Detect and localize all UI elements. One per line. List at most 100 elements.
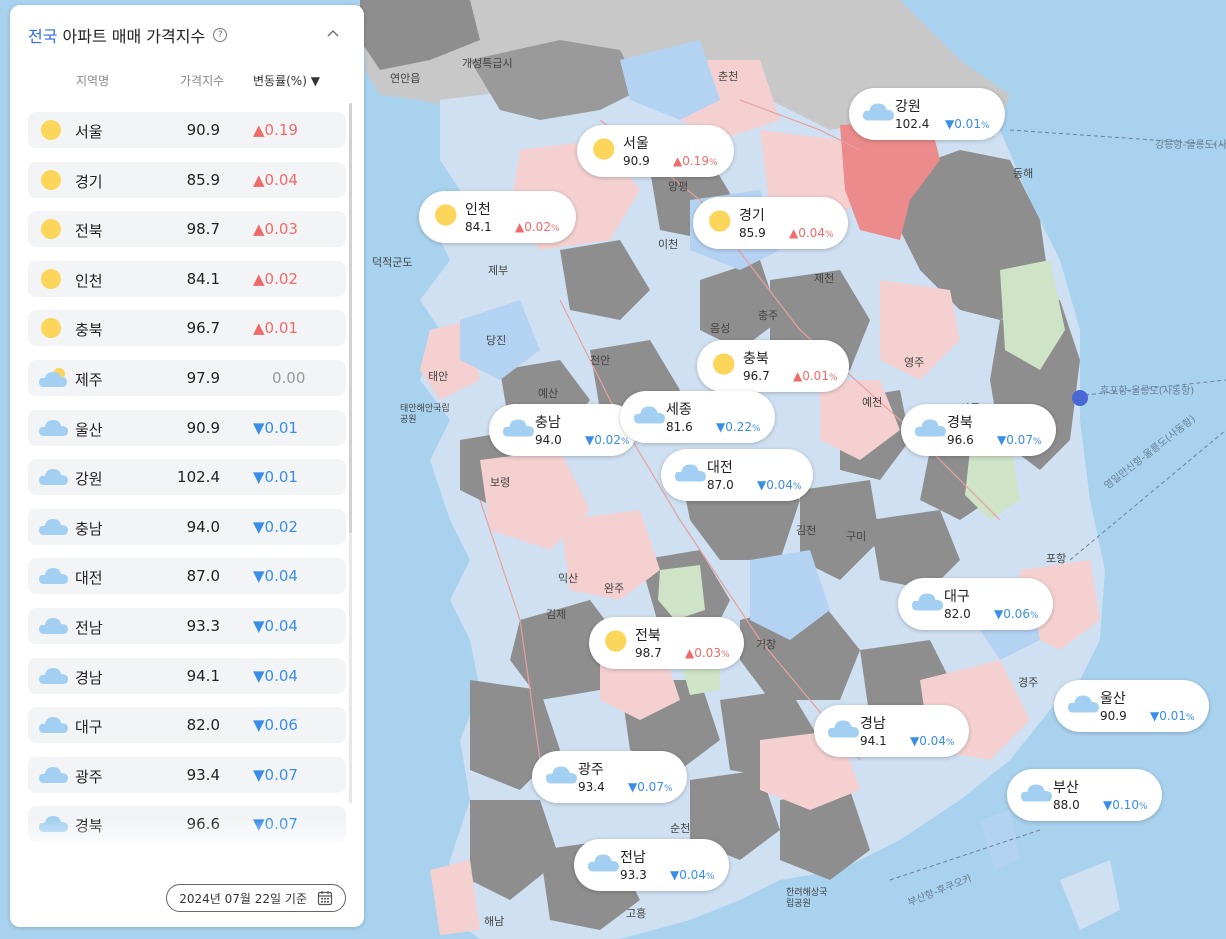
- callout-region-name: 충남: [535, 415, 561, 431]
- region-row[interactable]: 울산 90.9 ▼0.01: [28, 409, 346, 446]
- place-label: 이천: [658, 238, 679, 251]
- percent-sign: %: [720, 650, 730, 660]
- callout-change: ▼0.04%: [670, 868, 715, 882]
- place-label: 포항: [1046, 552, 1067, 565]
- callout-change: ▼0.10%: [1103, 798, 1148, 812]
- callout-region-name: 경남: [860, 716, 886, 732]
- change-value: 0.22: [725, 420, 752, 434]
- price-index: 94.0: [186, 517, 220, 536]
- region-callout[interactable]: 충남 94.0 ▼0.02%: [489, 404, 637, 456]
- region-callout[interactable]: 서울 90.9 ▲0.19%: [577, 125, 734, 177]
- region-callout[interactable]: 경기 85.9 ▲0.04%: [693, 197, 848, 249]
- place-label: 충주: [758, 309, 779, 322]
- region-name: 경남: [75, 668, 103, 687]
- price-index: 102.4: [177, 468, 220, 487]
- region-callout[interactable]: 충북 96.7 ▲0.01%: [697, 340, 849, 392]
- region-row[interactable]: 강원 102.4 ▼0.01: [28, 459, 346, 496]
- change-value: 0.04: [919, 734, 946, 748]
- region-row[interactable]: 인천 84.1 ▲0.02: [28, 260, 346, 297]
- percent-sign: %: [792, 482, 802, 492]
- callout-price-index: 90.9: [623, 154, 650, 168]
- change-rate: ▼0.01: [253, 418, 298, 437]
- sun-icon: [593, 138, 615, 160]
- change-value: 0.19: [682, 154, 709, 168]
- change-arrow: ▲: [515, 220, 525, 234]
- change-arrow: ▲: [685, 646, 695, 660]
- region-callout[interactable]: 부산 88.0 ▼0.10%: [1007, 769, 1162, 821]
- region-callout[interactable]: 인천 84.1 ▲0.02%: [419, 191, 576, 243]
- cloud-icon: [39, 766, 68, 783]
- callout-region-name: 인천: [465, 202, 491, 218]
- region-callout[interactable]: 대전 87.0 ▼0.04%: [661, 449, 813, 501]
- price-index: 93.4: [186, 765, 220, 784]
- region-row[interactable]: 대전 87.0 ▼0.04: [28, 558, 346, 595]
- region-name: 서울: [75, 123, 103, 141]
- price-index: 94.1: [186, 666, 220, 685]
- region-row[interactable]: 충남 94.0 ▼0.02: [28, 508, 346, 545]
- region-callout[interactable]: 울산 90.9 ▼0.01%: [1054, 680, 1209, 732]
- region-row[interactable]: 서울 90.9 ▲0.19: [28, 112, 346, 148]
- scrollbar-thumb[interactable]: [349, 103, 352, 533]
- region-callout[interactable]: 대구 82.0 ▼0.06%: [898, 578, 1053, 630]
- region-callout[interactable]: 경남 94.1 ▼0.04%: [814, 705, 969, 757]
- place-label: 태안해안국립공원: [400, 404, 450, 425]
- callout-price-index: 82.0: [944, 607, 971, 621]
- region-row[interactable]: 광주 93.4 ▼0.07: [28, 756, 346, 793]
- cloud-icon: [675, 464, 706, 482]
- change-value: 0.02: [594, 433, 621, 447]
- region-list[interactable]: 서울 90.9 ▲0.19 경기 85.9 ▲0.04 전북 98.7 ▲0.03 인천 84.1 ▲…: [28, 112, 346, 867]
- change-arrow: ▼: [716, 420, 726, 434]
- place-label: 양평: [668, 180, 689, 193]
- chevron-up-icon[interactable]: [326, 26, 340, 40]
- date-selector[interactable]: 2024년 07월 22일 기준: [166, 884, 346, 912]
- scrollbar[interactable]: [349, 103, 352, 803]
- percent-sign: %: [1032, 437, 1042, 447]
- price-index: 82.0: [186, 716, 220, 735]
- price-index: 97.9: [186, 368, 220, 387]
- change-arrow: ▼: [1103, 798, 1113, 812]
- region-callout[interactable]: 세종 81.6 ▼0.22%: [620, 391, 775, 443]
- region-row[interactable]: 제주 97.9 0.00: [28, 359, 346, 396]
- callout-region-name: 부산: [1053, 780, 1079, 796]
- callout-region-name: 대구: [944, 589, 970, 605]
- region-callout[interactable]: 전북 98.7 ▲0.03%: [589, 617, 744, 669]
- col-price-index: 가격지수: [180, 74, 225, 88]
- region-callout[interactable]: 전남 93.3 ▼0.04%: [574, 839, 729, 891]
- percent-sign: %: [945, 738, 955, 748]
- region-callout[interactable]: 강원 102.4 ▼0.01%: [849, 88, 1005, 140]
- change-arrow: ▼: [585, 433, 595, 447]
- callout-region-name: 서울: [623, 136, 649, 152]
- region-row[interactable]: 대구 82.0 ▼0.06: [28, 707, 346, 744]
- region-row[interactable]: 전남 93.3 ▼0.04: [28, 607, 346, 644]
- region-callout[interactable]: 경북 96.6 ▼0.07%: [901, 404, 1056, 456]
- region-selector[interactable]: 전국: [28, 27, 57, 46]
- ferry-label: 강릉항-울릉도(사동): [1155, 140, 1226, 151]
- cloud-icon: [1021, 784, 1052, 802]
- date-text: 2024년 07월 22일 기준: [179, 891, 307, 906]
- cloud-icon: [39, 469, 68, 486]
- column-header: 지역명 가격지수 변동률(%) ▼: [28, 72, 342, 90]
- change-arrow: ▼: [628, 780, 638, 794]
- change-arrow: ▼: [994, 607, 1004, 621]
- change-value: 0.04: [798, 226, 825, 240]
- region-row[interactable]: 경기 85.9 ▲0.04: [28, 161, 346, 198]
- region-name: 인천: [75, 271, 103, 290]
- change-rate: ▲0.01: [253, 319, 298, 338]
- change-arrow: ▼: [757, 478, 767, 492]
- callout-change: ▲0.19%: [673, 154, 718, 168]
- col-change-sort[interactable]: 변동률(%) ▼: [253, 72, 320, 89]
- ferry-label: 후포항-울릉도(사동항): [1100, 386, 1195, 397]
- region-row[interactable]: 전북 98.7 ▲0.03: [28, 211, 346, 248]
- percent-sign: %: [824, 230, 834, 240]
- region-callout[interactable]: 광주 93.4 ▼0.07%: [532, 751, 687, 803]
- change-rate: ▼0.06: [253, 716, 298, 735]
- place-label: 경주: [1018, 676, 1039, 689]
- region-row[interactable]: 경남 94.1 ▼0.04: [28, 657, 346, 694]
- change-rate: ▼0.04: [253, 567, 298, 586]
- callout-price-index: 88.0: [1053, 798, 1080, 812]
- region-name: 전북: [75, 222, 103, 241]
- region-row[interactable]: 충북 96.7 ▲0.01: [28, 310, 346, 347]
- change-arrow: ▲: [789, 226, 799, 240]
- help-icon[interactable]: ?: [213, 28, 228, 42]
- place-label: 덕적군도: [372, 256, 413, 269]
